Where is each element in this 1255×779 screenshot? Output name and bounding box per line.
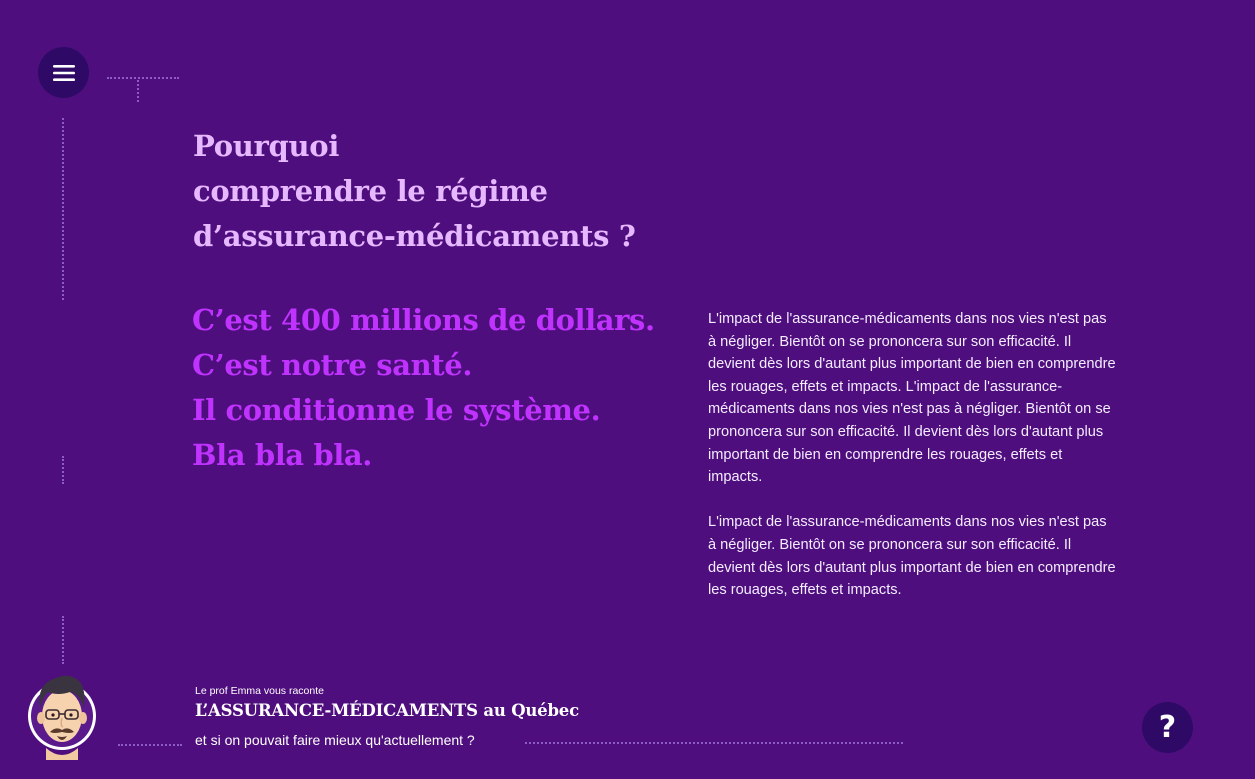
dotted-guide-top-drop <box>137 80 139 102</box>
footer-kicker: Le prof Emma vous raconte <box>195 685 324 697</box>
menu-button[interactable] <box>38 47 89 98</box>
dotted-guide-top <box>107 77 179 79</box>
statement: C’est 400 millions de dollars. <box>192 303 655 337</box>
body-text: L'impact de l'assurance-médicaments dans… <box>708 308 1118 624</box>
page-title-line: d’assurance-médicaments ? <box>193 219 636 253</box>
body-paragraph: L'impact de l'assurance-médicaments dans… <box>708 311 1116 486</box>
key-statements: C’est 400 millions de dollars. C’est not… <box>192 298 655 478</box>
dotted-guide-left-upper <box>62 118 64 300</box>
footer-subtitle: et si on pouvait faire mieux qu'actuelle… <box>195 732 475 748</box>
body-paragraph: L'impact de l'assurance-médicaments dans… <box>708 514 1116 599</box>
help-icon: ? <box>1158 710 1177 745</box>
dotted-guide-left-mid <box>62 456 64 484</box>
statement: Il conditionne le système. <box>192 393 601 427</box>
statement: C’est notre santé. <box>192 348 473 382</box>
dotted-guide-bottom-left <box>118 744 182 746</box>
footer-title[interactable]: L’ASSURANCE-MÉDICAMENTS au Québec <box>195 701 579 720</box>
page-title-line: comprendre le régime <box>193 174 548 208</box>
statement: Bla bla bla. <box>192 438 372 472</box>
help-button[interactable]: ? <box>1142 702 1193 753</box>
professor-avatar <box>26 670 98 760</box>
page-title: Pourquoi comprendre le régime d’assuranc… <box>193 124 636 259</box>
dotted-guide-bottom-right <box>525 742 903 744</box>
page-title-line: Pourquoi <box>193 129 340 163</box>
hamburger-menu-icon <box>52 64 75 81</box>
dotted-guide-left-lower <box>62 616 64 664</box>
